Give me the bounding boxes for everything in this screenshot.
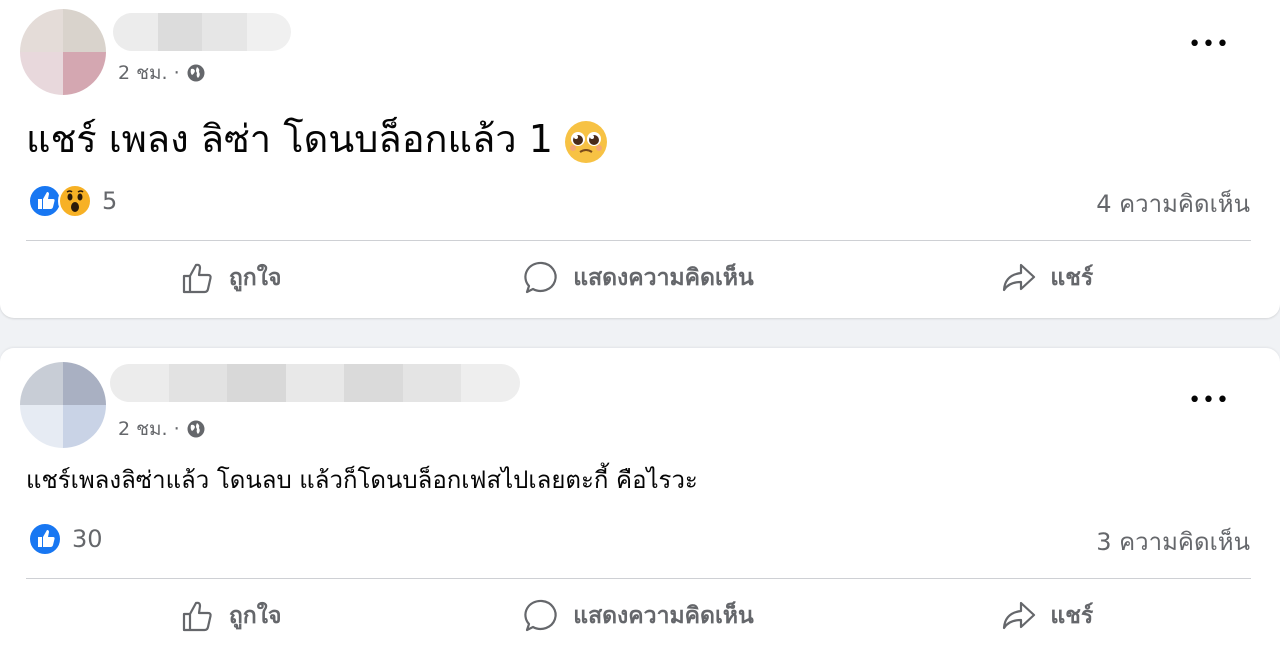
- share-button[interactable]: แชร์: [843, 586, 1251, 646]
- post-text: แชร์ เพลง ลิซ่า โดนบล็อกแล้ว 1: [26, 108, 609, 169]
- post-text-content: แชร์ เพลง ลิซ่า โดนบล็อกแล้ว 1: [26, 117, 553, 161]
- comment-bubble-icon: [524, 599, 557, 632]
- avatar[interactable]: [20, 9, 106, 95]
- reaction-summary[interactable]: 5: [28, 184, 117, 218]
- action-bar: ถูกใจ แสดงความคิดเห็น แชร์: [26, 248, 1251, 308]
- more-options-icon[interactable]: •••: [1188, 32, 1230, 57]
- globe-icon[interactable]: [186, 63, 206, 83]
- like-button[interactable]: ถูกใจ: [26, 248, 434, 308]
- comment-button[interactable]: แสดงความคิดเห็น: [434, 586, 842, 646]
- like-label: ถูกใจ: [228, 603, 282, 629]
- post-card: 2 ชม. · ••• แชร์ เพลง ลิซ่า โดนบล็อกแล้ว…: [0, 0, 1280, 318]
- comment-label: แสดงความคิดเห็น: [573, 265, 754, 291]
- reaction-count: 5: [102, 187, 118, 215]
- globe-icon[interactable]: [186, 419, 206, 439]
- share-label: แชร์: [1050, 603, 1094, 629]
- comment-count[interactable]: 3 ความคิดเห็น: [1096, 522, 1250, 561]
- meta-separator: ·: [173, 418, 180, 440]
- avatar[interactable]: [20, 362, 106, 448]
- post-meta: 2 ชม. ·: [118, 414, 206, 444]
- reaction-summary[interactable]: 30: [28, 522, 103, 556]
- like-button[interactable]: ถูกใจ: [26, 586, 434, 646]
- comment-label: แสดงความคิดเห็น: [573, 603, 754, 629]
- reaction-count: 30: [72, 525, 103, 553]
- post-meta: 2 ชม. ·: [118, 58, 206, 88]
- action-bar: ถูกใจ แสดงความคิดเห็น แชร์: [26, 586, 1251, 646]
- post-text: แชร์เพลงลิซ่าแล้ว โดนลบ แล้วก็โดนบล็อกเฟ…: [26, 466, 698, 494]
- thumbs-up-icon: [182, 263, 212, 294]
- more-options-icon[interactable]: •••: [1188, 388, 1230, 413]
- thumbs-up-icon: [182, 601, 212, 632]
- like-reaction-icon: [28, 522, 62, 556]
- like-reaction-icon: [28, 184, 62, 218]
- comment-bubble-icon: [524, 261, 557, 294]
- share-label: แชร์: [1050, 265, 1094, 291]
- divider: [26, 578, 1251, 579]
- comment-button[interactable]: แสดงความคิดเห็น: [434, 248, 842, 308]
- share-arrow-icon: [1003, 601, 1036, 630]
- author-name-blurred[interactable]: [113, 13, 291, 51]
- wow-reaction-icon: [58, 184, 92, 218]
- pleading-face-emoji: [564, 120, 607, 163]
- post-time[interactable]: 2 ชม.: [118, 58, 168, 88]
- divider: [26, 240, 1251, 241]
- share-arrow-icon: [1003, 263, 1036, 292]
- post-time[interactable]: 2 ชม.: [118, 414, 168, 444]
- like-label: ถูกใจ: [228, 265, 282, 291]
- meta-separator: ·: [173, 62, 180, 84]
- comment-count[interactable]: 4 ความคิดเห็น: [1096, 184, 1250, 223]
- author-name-blurred[interactable]: [110, 364, 520, 402]
- share-button[interactable]: แชร์: [843, 248, 1251, 308]
